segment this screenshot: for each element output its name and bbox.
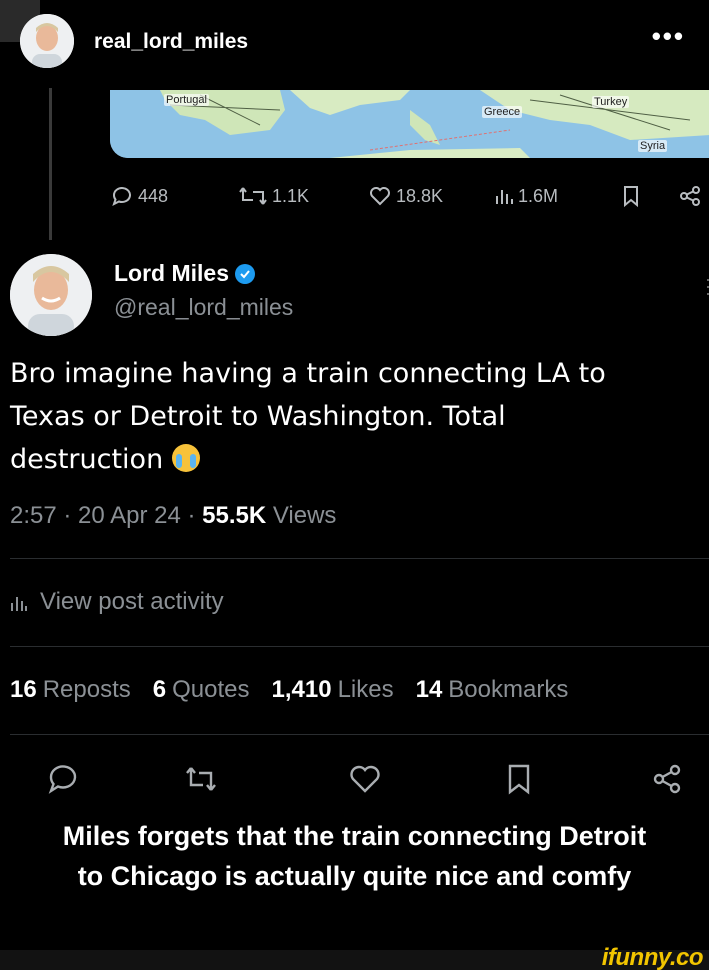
repost-icon — [186, 767, 216, 791]
quoted-repost-count: 1.1K — [272, 185, 310, 206]
divider — [10, 558, 709, 559]
views-chart-icon — [496, 190, 513, 204]
heart-icon — [370, 187, 390, 206]
author-more-icon[interactable]: ··· — [705, 270, 709, 302]
quoted-like-count: 18.8K — [396, 185, 444, 206]
reposts-count: 16 — [10, 676, 37, 703]
bookmark-icon — [624, 186, 638, 208]
tweet-text: Bro imagine having a train connecting LA… — [10, 352, 650, 481]
heart-icon — [350, 765, 380, 793]
likes-label: Likes — [337, 676, 394, 703]
post-meta: 2:57 · 20 Apr 24 · 55.5K Views — [10, 502, 337, 529]
caption-line-1: Miles forgets that the train connecting … — [62, 821, 647, 851]
post-header: real_lord_miles ••• — [0, 0, 709, 84]
meme-caption: Miles forgets that the train connecting … — [0, 816, 709, 896]
likes-count: 1,410 — [271, 676, 332, 703]
quoted-reply-count: 448 — [138, 185, 169, 206]
author-handle[interactable]: @real_lord_miles — [114, 294, 293, 321]
share-button[interactable] — [650, 762, 684, 796]
map-label-greece: Greece — [482, 106, 523, 118]
reply-button[interactable] — [46, 762, 80, 796]
reposts-label: Reposts — [42, 676, 131, 703]
header-username[interactable]: real_lord_miles — [94, 30, 248, 54]
author-avatar[interactable] — [10, 254, 92, 336]
reposts-stat[interactable]: 16 Reposts — [10, 676, 131, 704]
quoted-post-actions: 448 1.1K 18.8K 1.6M — [108, 178, 708, 214]
author-name[interactable]: Lord Miles — [114, 260, 256, 287]
quoted-views-button[interactable]: 1.6M — [494, 184, 558, 208]
reply-icon — [112, 187, 131, 206]
map-label-portugal: Portugal — [164, 94, 209, 106]
repost-button[interactable] — [184, 762, 218, 796]
bookmarks-count: 14 — [415, 676, 443, 703]
header-avatar[interactable] — [20, 14, 74, 68]
verified-badge-icon — [235, 263, 256, 284]
quotes-label: Quotes — [172, 676, 250, 703]
quoted-views-count: 1.6M — [518, 185, 559, 206]
more-options-button[interactable]: ••• — [652, 23, 685, 49]
quotes-count: 6 — [152, 676, 167, 703]
view-post-activity-link[interactable]: View post activity — [10, 588, 224, 616]
post-activity-label: View post activity — [40, 588, 224, 615]
author-name-text: Lord Miles — [114, 260, 230, 286]
bookmarks-stat[interactable]: 14 Bookmarks — [416, 676, 569, 704]
thread-line — [49, 88, 52, 240]
post-views-count: 55.5K — [202, 502, 267, 529]
share-icon — [653, 764, 681, 794]
post-stats: 16 Reposts 6 Quotes 1,410 Likes 14 Bookmarks — [10, 676, 568, 704]
quoted-bookmark-button[interactable] — [620, 184, 642, 208]
repost-icon — [239, 187, 267, 205]
likes-stat[interactable]: 1,410 Likes — [272, 676, 394, 704]
map-label-syria: Syria — [638, 140, 668, 152]
views-chart-icon — [11, 597, 27, 611]
ifunny-watermark: ifunny.co — [601, 944, 704, 970]
quoted-repost-button[interactable]: 1.1K — [238, 184, 309, 208]
like-button[interactable] — [348, 762, 382, 796]
bookmark-icon — [508, 764, 530, 795]
loudly-crying-emoji-icon — [171, 444, 200, 472]
post-time[interactable]: 2:57 — [10, 502, 57, 529]
reply-icon — [48, 765, 77, 794]
quotes-stat[interactable]: 6 Quotes — [153, 676, 250, 704]
bookmark-button[interactable] — [502, 762, 536, 796]
quoted-map-image[interactable]: Portugal Greece Turkey Syria — [110, 90, 709, 158]
divider — [10, 734, 709, 735]
quoted-like-button[interactable]: 18.8K — [368, 184, 443, 208]
post-date[interactable]: 20 Apr 24 — [78, 502, 181, 529]
divider — [10, 646, 709, 647]
tweet-body: Bro imagine having a train connecting LA… — [10, 358, 606, 475]
share-icon — [680, 186, 700, 206]
map-label-turkey: Turkey — [592, 96, 630, 108]
quoted-reply-button[interactable]: 448 — [110, 184, 168, 208]
post-action-bar — [0, 752, 709, 808]
quoted-share-button[interactable] — [678, 184, 702, 208]
post-views-label: Views — [272, 502, 337, 529]
bookmarks-label: Bookmarks — [448, 676, 569, 703]
caption-line-2: to Chicago is actually quite nice and co… — [77, 861, 632, 891]
